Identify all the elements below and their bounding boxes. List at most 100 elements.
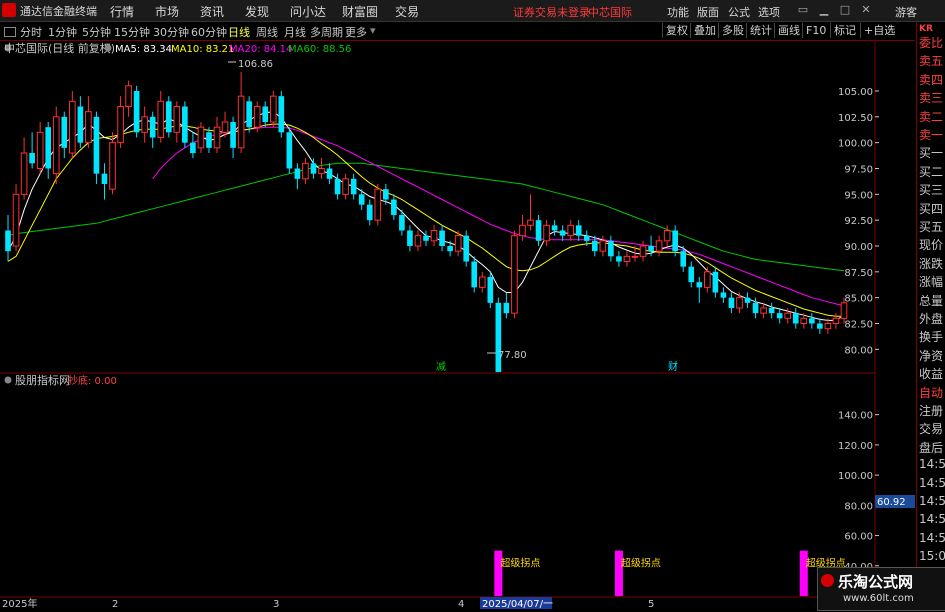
candle-body-down[interactable] <box>591 240 598 252</box>
candle-body-down[interactable] <box>246 101 252 128</box>
period-tab-5min[interactable]: 5分钟 <box>82 24 111 40</box>
period-tab-intraday[interactable]: 分时 <box>20 24 42 40</box>
close-icon[interactable]: ✕ <box>860 4 872 16</box>
candle-body-down[interactable] <box>326 168 333 179</box>
menu-item-options[interactable]: 选项 <box>758 4 780 20</box>
candle-body-up[interactable] <box>430 230 438 242</box>
candle-body-down[interactable] <box>5 230 11 252</box>
period-tab-1min[interactable]: 1分钟 <box>48 24 77 40</box>
candle-body-up[interactable] <box>760 307 767 314</box>
candle-body-down[interactable] <box>93 116 100 174</box>
period-tab-more[interactable]: 更多 <box>345 24 367 40</box>
candle-body-down[interactable] <box>776 313 783 319</box>
menu-item-ask[interactable]: 问小达 <box>290 3 326 20</box>
candle-body-up[interactable] <box>663 230 671 242</box>
period-tab-monthly[interactable]: 月线 <box>284 24 306 40</box>
period-tab-weekly[interactable]: 周线 <box>256 24 278 40</box>
candle-body-down[interactable] <box>190 142 196 153</box>
candle-body-down[interactable] <box>101 173 108 184</box>
add-favorite-button[interactable]: +自选 <box>860 23 898 38</box>
candle-body-up[interactable] <box>824 323 832 330</box>
mark-button[interactable]: 标记 <box>830 23 859 38</box>
candle-body-up[interactable] <box>109 142 116 190</box>
period-tab-15min[interactable]: 15分钟 <box>114 24 150 40</box>
candle-body-down[interactable] <box>551 225 558 231</box>
candle-body-up[interactable] <box>173 106 181 133</box>
candle-body-down[interactable] <box>768 308 775 314</box>
menu-item-layout[interactable]: 版面 <box>697 4 719 20</box>
candle-body-up[interactable] <box>157 100 165 138</box>
candle-body-down[interactable] <box>680 251 687 267</box>
candle-body-down[interactable] <box>503 302 510 314</box>
candle-body-down[interactable] <box>366 204 373 221</box>
candle-body-up[interactable] <box>36 131 44 170</box>
statistics-button[interactable]: 统计 <box>746 23 775 38</box>
candle-body-down[interactable] <box>29 153 35 164</box>
candle-body-up[interactable] <box>197 126 205 149</box>
candle-body-up[interactable] <box>704 271 711 288</box>
candle-body-up[interactable] <box>221 121 229 133</box>
restore-icon[interactable]: ▭ <box>797 4 809 16</box>
ma-settings-icon[interactable] <box>104 44 112 52</box>
signal-bar[interactable] <box>494 550 503 596</box>
sub-legend-toggle-icon[interactable] <box>4 376 12 384</box>
event-tag-cai[interactable]: 财 <box>668 360 678 373</box>
candle-body-up[interactable] <box>117 106 124 144</box>
candle-body-down[interactable] <box>133 91 140 133</box>
candle-body-up[interactable] <box>840 302 848 319</box>
candle-body-down[interactable] <box>495 302 502 373</box>
candle-body-down[interactable] <box>648 246 654 252</box>
candle-body-down[interactable] <box>809 318 815 324</box>
candle-body-down[interactable] <box>744 297 751 303</box>
candle-body-up[interactable] <box>374 188 382 221</box>
candle-body-up[interactable] <box>20 152 28 195</box>
menu-item-discover[interactable]: 发现 <box>245 3 269 20</box>
candle-body-down[interactable] <box>334 178 341 195</box>
candle-body-down[interactable] <box>688 266 695 283</box>
candle-body-down[interactable] <box>608 240 614 257</box>
login-alert[interactable]: 证券交易未登录 <box>513 4 590 20</box>
candle-body-down[interactable] <box>278 96 285 133</box>
candle-body-down[interactable] <box>206 132 212 148</box>
chart-area[interactable]: 80.00 82.50 85.00 87.50 90.00 92.50 95.00 97.50… <box>0 40 915 610</box>
candle-body-up[interactable] <box>125 85 132 107</box>
signal-bar[interactable] <box>614 550 623 596</box>
menu-item-function[interactable]: 功能 <box>667 4 689 20</box>
candle-body-down[interactable] <box>149 116 156 138</box>
candle-body-down[interactable] <box>77 106 84 143</box>
candle-body-up[interactable] <box>141 116 148 133</box>
candle-body-down[interactable] <box>616 256 622 262</box>
candle-body-down[interactable] <box>423 235 429 241</box>
candle-body-down[interactable] <box>407 230 413 247</box>
candle-body-up[interactable] <box>639 245 647 257</box>
candle-body-up[interactable] <box>736 297 743 309</box>
candle-body-down[interactable] <box>230 122 236 148</box>
guest-user[interactable]: 游客 <box>895 4 917 20</box>
candle-body-down[interactable] <box>439 230 445 247</box>
overlay-button[interactable]: 叠加 <box>690 23 719 38</box>
candle-body-down[interactable] <box>575 225 582 236</box>
candle-body-down[interactable] <box>294 168 301 179</box>
candle-body-up[interactable] <box>342 178 349 195</box>
candle-body-down[interactable] <box>310 163 317 174</box>
candle-body-down[interactable] <box>712 271 719 293</box>
candle-body-down[interactable] <box>559 230 566 236</box>
candle-body-up[interactable] <box>302 162 309 180</box>
more-chevron-icon[interactable]: ▾ <box>370 24 376 37</box>
candle-body-down[interactable] <box>487 277 494 303</box>
menu-item-quotes[interactable]: 行情 <box>110 3 134 20</box>
candle-body-up[interactable] <box>12 193 20 247</box>
candle-body-down[interactable] <box>165 101 172 133</box>
candle-body-up[interactable] <box>511 235 518 314</box>
candle-body-up[interactable] <box>52 116 60 175</box>
candle-body-down[interactable] <box>350 178 357 195</box>
f10-button[interactable]: F10 <box>802 23 829 38</box>
candle-body-down[interactable] <box>286 132 293 169</box>
candle-body-up[interactable] <box>85 111 92 144</box>
candle-body-up[interactable] <box>527 219 534 226</box>
candle-body-down[interactable] <box>447 246 453 252</box>
layout-toggle-icon[interactable] <box>4 27 16 37</box>
candle-body-down[interactable] <box>720 292 727 298</box>
candle-body-up[interactable] <box>800 317 808 325</box>
candle-body-down[interactable] <box>728 297 735 308</box>
